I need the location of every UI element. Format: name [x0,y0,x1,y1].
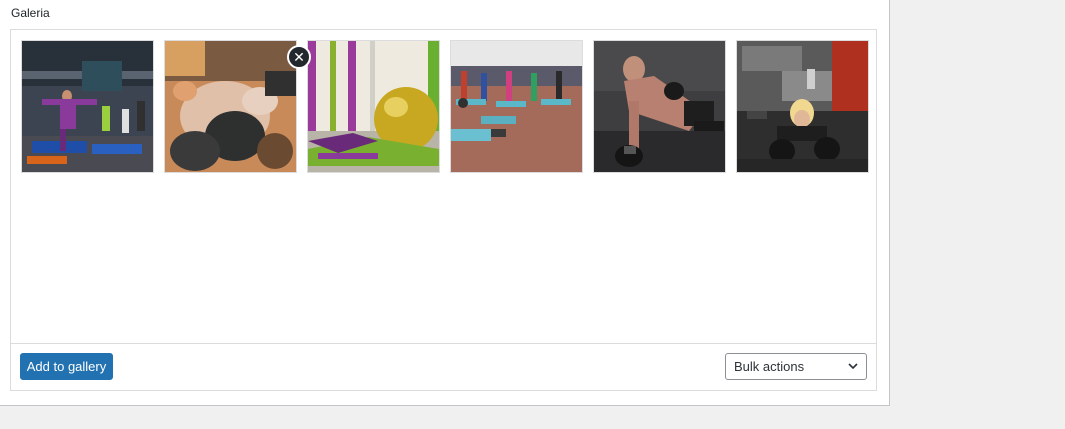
thumbnail-image [165,41,296,172]
gallery-thumbnail[interactable] [164,40,297,173]
bulk-actions-select[interactable]: Bulk actions [725,353,867,380]
thumbnail-image [22,41,153,172]
gallery-box: ✕ Add to gallery Bulk actions [10,29,877,391]
remove-image-button[interactable]: ✕ [287,45,311,69]
bulk-actions-value: Bulk actions [734,359,805,374]
thumbnail-grid: ✕ [21,40,876,173]
field-label: Galeria [11,6,50,20]
thumbnail-image [594,41,725,172]
thumbnail-image [451,41,582,172]
gallery-thumbnail[interactable] [450,40,583,173]
gallery-thumbnail[interactable] [736,40,869,173]
thumbnail-image [737,41,868,172]
chevron-down-icon [848,363,858,370]
gallery-panel: Galeria ✕ Add to gallery Bulk actions [0,0,890,406]
gallery-thumbnail[interactable] [307,40,440,173]
gallery-thumbnail[interactable] [593,40,726,173]
add-to-gallery-button[interactable]: Add to gallery [20,353,113,380]
gallery-footer: Add to gallery Bulk actions [11,343,876,390]
gallery-thumbnail[interactable] [21,40,154,173]
thumbnail-image [308,41,439,172]
